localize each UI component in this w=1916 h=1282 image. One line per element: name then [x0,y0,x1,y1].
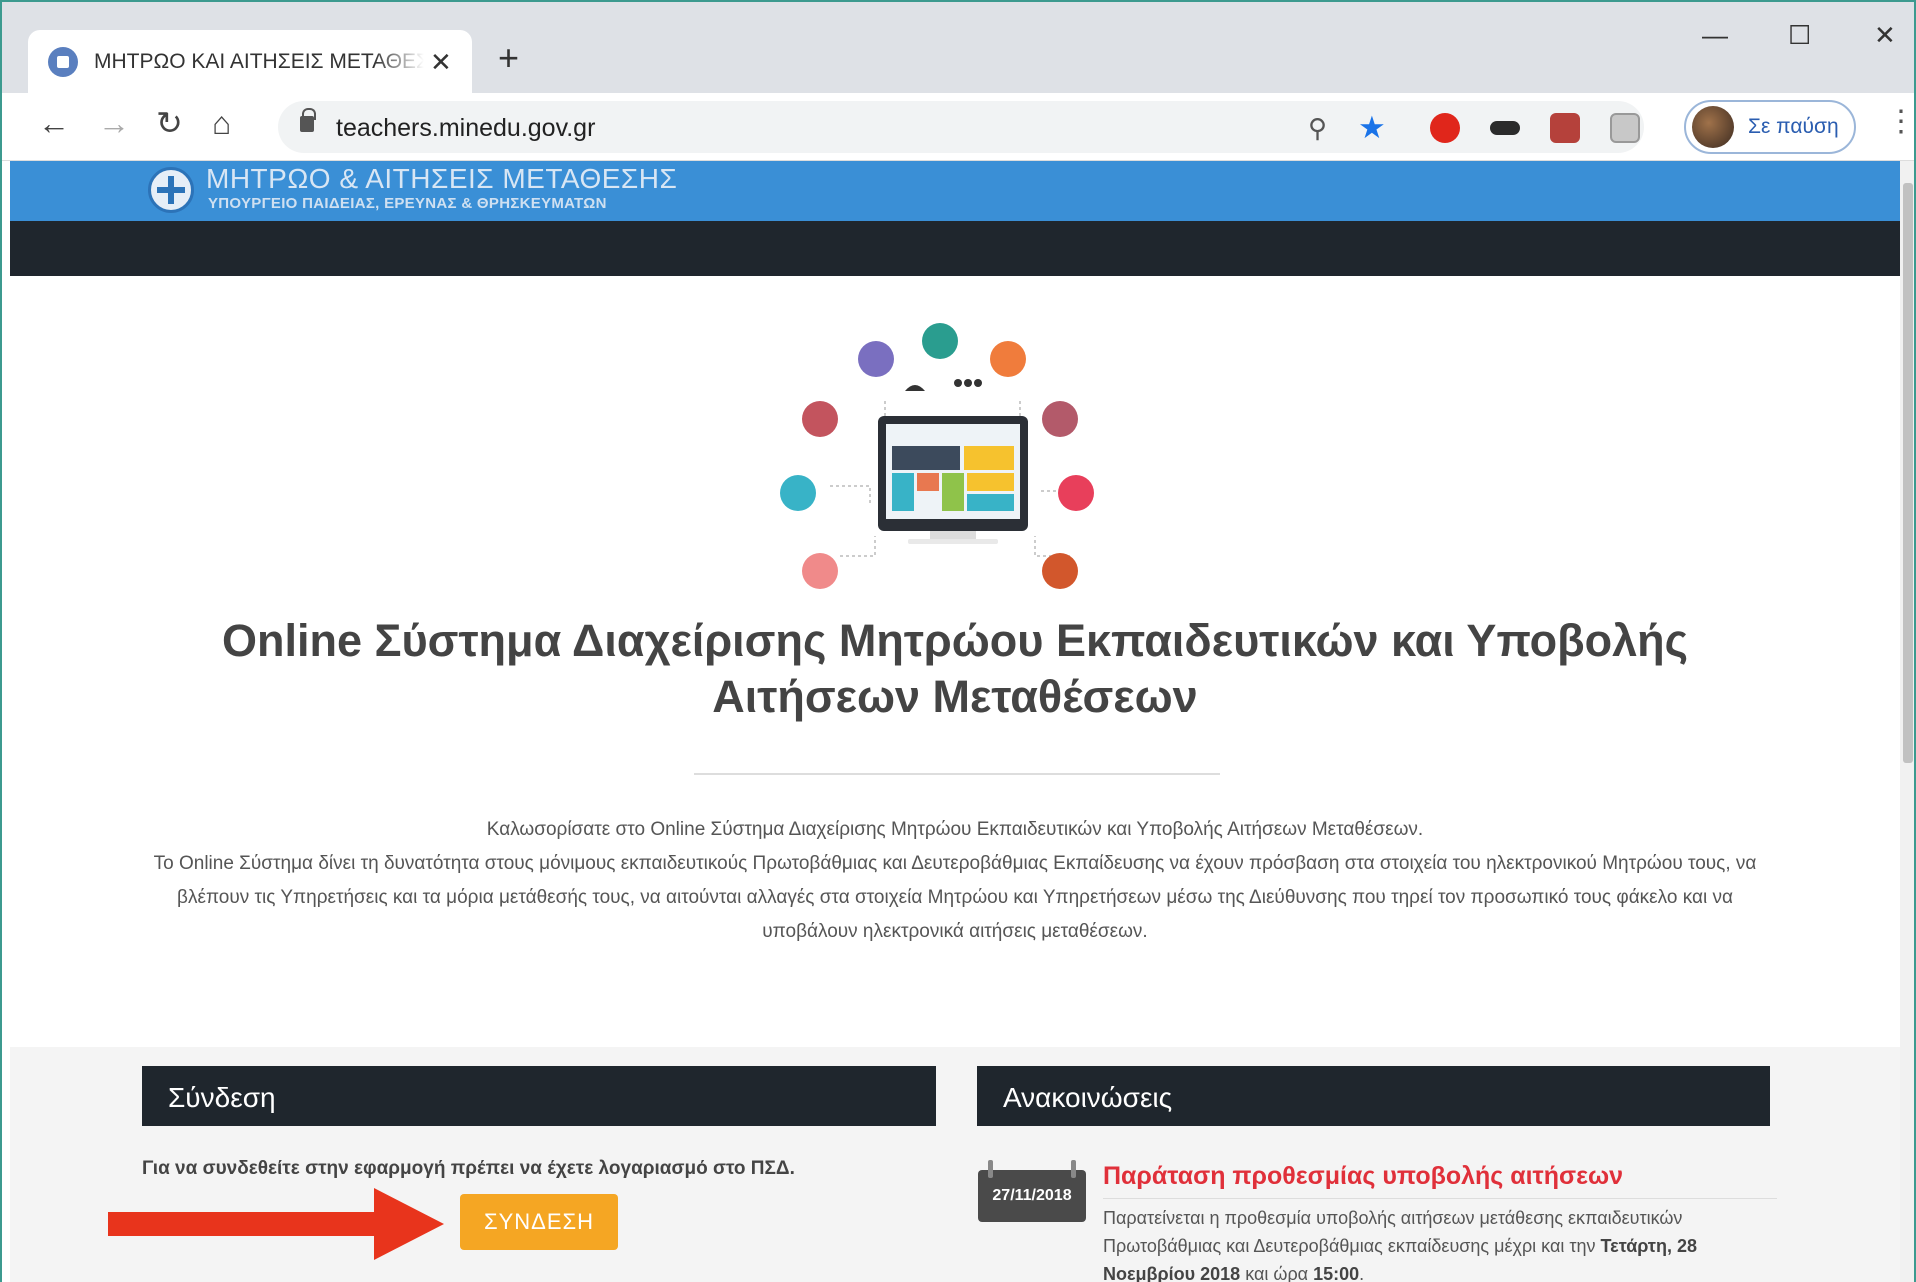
cast-extension-icon[interactable] [1610,113,1640,143]
announcement-body-prefix: Παρατείνεται η προθεσμία υποβολής αιτήσε… [1103,1208,1683,1256]
close-window-button[interactable]: ✕ [1874,22,1896,48]
announcement-body-suffix: . [1359,1264,1365,1282]
back-icon[interactable]: ← [38,107,70,139]
tab-close-icon[interactable]: ✕ [430,49,452,75]
profile-label: Σε παύση [1748,115,1839,138]
login-panel-heading: Σύνδεση [142,1066,936,1126]
tab-title: ΜΗΤΡΩΟ ΚΑΙ ΑΙΤΗΣΕΙΣ ΜΕΤΑΘΕΣΗΣ [94,49,424,73]
maximize-button[interactable]: ☐ [1788,22,1811,48]
intro-text: Καλωσορίσατε στο Online Σύστημα Διαχείρι… [150,813,1760,949]
incognito-extension-icon[interactable] [1490,121,1520,135]
page-title-line1: Online Σύστημα Διαχείρισης Μητρώου Εκπαι… [221,615,1689,666]
browser-tab[interactable]: ΜΗΤΡΩΟ ΚΑΙ ΑΙΤΗΣΕΙΣ ΜΕΤΑΘΕΣΗΣ ✕ [28,30,472,93]
forward-icon[interactable]: → [98,107,130,139]
tab-strip: ΜΗΤΡΩΟ ΚΑΙ ΑΙΤΗΣΕΙΣ ΜΕΤΑΘΕΣΗΣ ✕ + — ☐ ✕ [2,2,1914,93]
announcement-deadline-time: 15:00 [1313,1264,1360,1282]
login-instructions: Για να συνδεθείτε στην εφαρμογή πρέπει ν… [142,1158,795,1179]
menu-dots-icon[interactable]: ⋮ [1886,107,1914,137]
site-nav-bar [10,221,1900,276]
minimize-button[interactable]: — [1702,22,1728,48]
new-tab-button[interactable]: + [498,40,519,76]
page-scrollbar[interactable] [1900,161,1914,1282]
site-header: ΜΗΤΡΩΟ & ΑΙΤΗΣΕΙΣ ΜΕΤΑΘΕΣΗΣ ΥΠΟΥΡΓΕΙΟ ΠΑ… [10,161,1900,221]
arrow-pointer-icon [108,1188,444,1260]
scrollbar-thumb[interactable] [1903,183,1913,763]
announcement-body-mid: και ώρα [1240,1264,1314,1282]
browser-toolbar: ← → ↻ ⌂ teachers.minedu.gov.gr ⚲ ★ Σε πα… [2,93,1914,161]
login-button[interactable]: ΣΥΝΔΕΣΗ [460,1194,618,1250]
url-text[interactable]: teachers.minedu.gov.gr [336,114,595,143]
opera-extension-icon[interactable] [1430,113,1460,143]
site-title[interactable]: ΜΗΤΡΩΟ & ΑΙΤΗΣΕΙΣ ΜΕΤΑΘΕΣΗΣ [206,163,677,195]
announcements-panel-heading: Ανακοινώσεις [977,1066,1770,1126]
announcement-date-badge: 27/11/2018 [978,1160,1086,1222]
avatar [1692,106,1734,148]
lock-icon [300,108,316,132]
announcement-title[interactable]: Παράταση προθεσμίας υποβολής αιτήσεων [1103,1162,1623,1191]
hero-illustration [780,323,1094,589]
intro-line2: Το Online Σύστημα δίνει τη δυνατότητα στ… [153,853,1757,942]
intro-line1: Καλωσορίσατε στο Online Σύστημα Διαχείρι… [486,819,1424,840]
zoom-icon[interactable]: ⚲ [1308,113,1327,144]
pdf-extension-icon[interactable] [1550,113,1580,143]
reload-icon[interactable]: ↻ [156,107,183,139]
profile-button[interactable]: Σε παύση [1684,100,1856,154]
browser-window: ΜΗΤΡΩΟ ΚΑΙ ΑΙΤΗΣΕΙΣ ΜΕΤΑΘΕΣΗΣ ✕ + — ☐ ✕ … [0,0,1916,1282]
announcement-divider [1103,1198,1777,1199]
star-icon[interactable]: ★ [1358,110,1386,146]
home-icon[interactable]: ⌂ [212,107,231,139]
tab-favicon-icon [48,46,78,77]
site-subtitle: ΥΠΟΥΡΓΕΙΟ ΠΑΙΔΕΙΑΣ, ΕΡΕΥΝΑΣ & ΘΡΗΣΚΕΥΜΑΤ… [208,195,607,212]
ministry-emblem-icon[interactable] [148,167,194,213]
title-divider [694,773,1220,775]
page-title-line2: Αιτήσεων Μεταθέσεων [712,671,1198,722]
announcement-body: Παρατείνεται η προθεσμία υποβολής αιτήσε… [1103,1204,1777,1282]
page-title: Online Σύστημα Διαχείρισης Μητρώου Εκπαι… [110,613,1800,725]
